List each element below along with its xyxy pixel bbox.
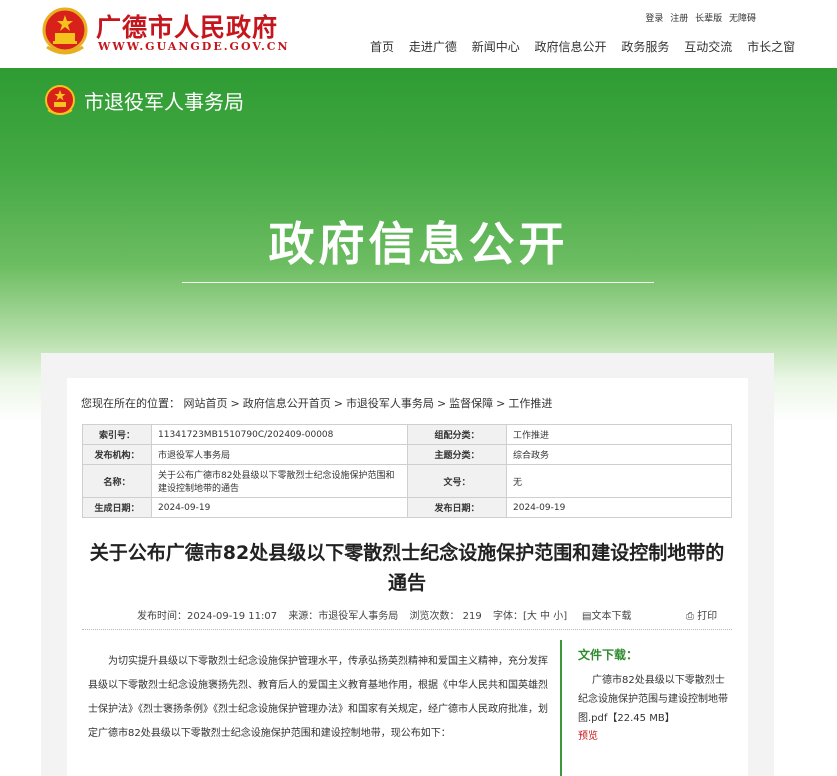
meta-label: 发布机构： — [82, 444, 152, 465]
nav-gov-info[interactable]: 政府信息公开 — [535, 40, 607, 54]
elder-version-link[interactable]: 长辈版 — [695, 14, 722, 24]
site-url: WWW.GUANGDE.GOV.CN — [98, 40, 290, 53]
meta-label: 名称： — [82, 464, 152, 498]
meta-topic-value: 综合政务 — [506, 444, 732, 465]
publish-time: 发布时间：2024-09-19 11:07 — [137, 611, 278, 622]
article-info: 发布时间：2024-09-19 11:07 来源：市退役军人事务局 浏览次数： … — [137, 607, 575, 622]
print-button[interactable]: ⎙ 打印 — [686, 607, 717, 622]
national-emblem-icon — [42, 7, 88, 55]
nav-mayor[interactable]: 市长之窗 — [747, 40, 795, 54]
nav-interaction[interactable]: 互动交流 — [684, 40, 732, 54]
meta-gen-date-value: 2024-09-19 — [151, 497, 408, 518]
utility-links: 登录 注册 长辈版 无障碍 — [641, 11, 756, 24]
site-title[interactable]: 广德市人民政府 — [96, 8, 278, 44]
breadcrumb-sep: > — [496, 397, 506, 410]
article-body: 为切实提升县级以下零散烈士纪念设施保护管理水平，传承弘扬英烈精神和爱国主义精神，… — [88, 656, 548, 739]
breadcrumb-work[interactable]: 工作推进 — [508, 397, 552, 410]
print-label: 打印 — [697, 611, 718, 622]
file-link[interactable]: 广德市82处县级以下零散烈士纪念设施保护范围与建设控制地带图.pdf【22.45… — [578, 671, 733, 728]
meta-label: 文号： — [407, 464, 507, 498]
breadcrumb-sep: > — [230, 397, 240, 410]
text-download-label: 文本下载 — [591, 611, 632, 622]
meta-label: 生成日期： — [82, 497, 152, 518]
file-preview-link[interactable]: 预览 — [578, 728, 733, 746]
breadcrumb-dept[interactable]: 市退役军人事务局 — [346, 397, 434, 410]
nav-news[interactable]: 新闻中心 — [472, 40, 520, 54]
banner-title: 政府信息公开 — [268, 217, 569, 271]
meta-label: 主题分类： — [407, 444, 507, 465]
meta-label: 索引号： — [82, 424, 152, 445]
file-download-heading: 文件下载： — [578, 648, 639, 662]
meta-org-value: 市退役军人事务局 — [151, 444, 408, 465]
nav-home[interactable]: 首页 — [370, 40, 394, 54]
department-name: 市退役军人事务局 — [84, 90, 244, 114]
meta-category-value: 工作推进 — [506, 424, 732, 445]
accessibility-link[interactable]: 无障碍 — [729, 14, 756, 24]
register-link[interactable]: 注册 — [670, 14, 688, 24]
login-link[interactable]: 登录 — [645, 14, 663, 24]
nav-about[interactable]: 走进广德 — [409, 40, 457, 54]
meta-name-value: 关于公布广德市82处县级以下零散烈士纪念设施保护范围和建设控制地带的通告 — [151, 464, 408, 498]
breadcrumb-prefix: 您现在所在的位置： — [81, 397, 180, 410]
sidebar-divider — [560, 640, 562, 776]
article-title: 关于公布广德市82处县级以下零散烈士纪念设施保护范围和建设控制地带的通告 — [89, 542, 725, 594]
dept-emblem-icon — [45, 85, 75, 115]
breadcrumb-sep: > — [436, 397, 447, 410]
meta-label: 组配分类： — [407, 424, 507, 445]
view-count: 浏览次数： 219 — [409, 611, 482, 622]
banner-divider — [182, 282, 654, 283]
breadcrumb-gov-info[interactable]: 政府信息公开首页 — [243, 397, 331, 410]
breadcrumb-sep: > — [333, 397, 343, 410]
breadcrumb: 您现在所在的位置： 网站首页 > 政府信息公开首页 > 市退役军人事务局 > 监督保障 > 工作… — [81, 395, 552, 411]
nav-services[interactable]: 政务服务 — [621, 40, 669, 54]
file-download-panel: 文件下载： 广德市82处县级以下零散烈士纪念设施保护范围与建设控制地带图.pdf… — [578, 646, 733, 746]
text-download-button[interactable]: ▤文本下载 — [582, 607, 631, 622]
site-header: 广德市人民政府 WWW.GUANGDE.GOV.CN 登录 注册 长辈版 无障碍… — [0, 0, 837, 68]
printer-icon: ⎙ — [686, 611, 694, 622]
breadcrumb-supervision[interactable]: 监督保障 — [449, 397, 493, 410]
article-source: 来源：市退役军人事务局 — [288, 611, 399, 622]
divider — [82, 629, 732, 630]
font-size-control[interactable]: 字体：[大 中 小] — [493, 611, 567, 622]
meta-pub-date-value: 2024-09-19 — [506, 497, 732, 518]
document-meta-table: 索引号： 11341723MB1510790C/202409-00008 组配分… — [82, 424, 732, 518]
breadcrumb-home[interactable]: 网站首页 — [184, 397, 228, 410]
meta-index-value: 11341723MB1510790C/202409-00008 — [151, 424, 408, 445]
main-nav: 首页 走进广德 新闻中心 政府信息公开 政务服务 互动交流 市长之窗 — [370, 38, 795, 55]
meta-label: 发布日期： — [407, 497, 507, 518]
meta-docno-value: 无 — [506, 464, 732, 498]
